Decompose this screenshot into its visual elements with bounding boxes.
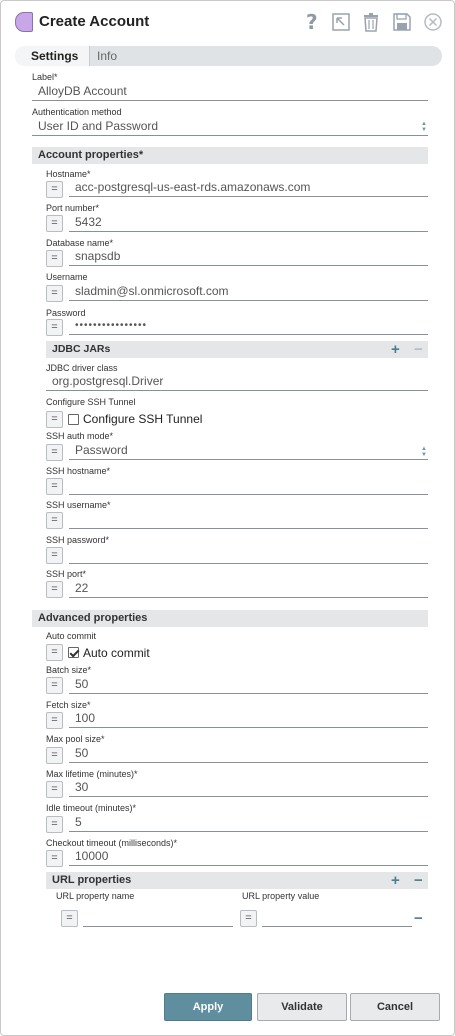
ssh-username-input[interactable] [69, 511, 428, 529]
fetch-size-label: Fetch size* [46, 700, 91, 710]
checkout-timeout-input[interactable]: 10000 [69, 848, 428, 866]
ssh-auth-select[interactable]: Password [69, 442, 428, 460]
create-account-dialog: Create Account ? Settings Info Label* Al… [0, 0, 455, 1036]
ssh-tunnel-checkbox-label: Configure SSH Tunnel [83, 412, 203, 426]
hostname-expression-button[interactable]: = [46, 181, 63, 198]
batch-size-expression-button[interactable]: = [46, 677, 63, 694]
batch-size-input[interactable]: 50 [69, 676, 428, 694]
title-bar: Create Account ? [1, 1, 454, 43]
dialog-title: Create Account [39, 13, 150, 30]
ssh-hostname-expression-button[interactable]: = [46, 478, 63, 495]
delete-icon[interactable] [360, 11, 382, 33]
database-input[interactable]: snapsdb [69, 248, 428, 266]
max-lifetime-expression-button[interactable]: = [46, 781, 63, 798]
ssh-port-expression-button[interactable]: = [46, 581, 63, 598]
url-property-value-expression-button[interactable]: = [240, 910, 257, 927]
url-property-value-column: URL property value [242, 891, 320, 901]
label-input[interactable]: AlloyDB Account [32, 83, 428, 101]
validate-button[interactable]: Validate [257, 993, 347, 1021]
url-property-row-remove-button[interactable]: − [414, 911, 423, 926]
ssh-tunnel-checkbox[interactable] [68, 414, 79, 425]
ssh-port-input[interactable]: 22 [69, 580, 428, 598]
idle-timeout-expression-button[interactable]: = [46, 816, 63, 833]
port-label: Port number* [46, 203, 100, 213]
url-properties-add-button[interactable]: + [391, 873, 400, 888]
port-expression-button[interactable]: = [46, 215, 63, 232]
database-expression-button[interactable]: = [46, 250, 63, 267]
max-lifetime-input[interactable]: 30 [69, 779, 428, 797]
username-expression-button[interactable]: = [46, 285, 63, 302]
port-input[interactable]: 5432 [69, 214, 428, 232]
jdbc-jars-remove-button[interactable]: − [414, 342, 423, 357]
password-expression-button[interactable]: = [46, 319, 63, 336]
url-properties-remove-button[interactable]: − [414, 873, 423, 888]
auth-method-select[interactable]: User ID and Password [32, 118, 428, 136]
ssh-auth-chevron-icon: ▲ ▼ [421, 446, 427, 458]
ssh-tunnel-label: Configure SSH Tunnel [46, 397, 136, 407]
tab-info[interactable]: Info [97, 46, 117, 66]
snap-logo-icon [15, 12, 33, 32]
help-icon[interactable]: ? [301, 10, 323, 34]
max-pool-input[interactable]: 50 [69, 745, 428, 763]
hostname-input[interactable]: acc-postgresql-us-east-rds.amazonaws.com [69, 179, 428, 197]
tab-bar: Settings Info [15, 46, 442, 66]
url-properties-header: URL properties [46, 872, 428, 889]
hostname-label: Hostname* [46, 169, 91, 179]
close-icon[interactable] [422, 11, 444, 33]
auto-commit-label: Auto commit [46, 631, 97, 641]
svg-text:?: ? [306, 11, 318, 33]
ssh-password-label: SSH password* [46, 535, 110, 545]
idle-timeout-label: Idle timeout (minutes)* [46, 803, 137, 813]
ssh-tunnel-expression-button[interactable]: = [46, 411, 63, 428]
fetch-size-input[interactable]: 100 [69, 710, 428, 728]
checkout-timeout-label: Checkout timeout (milliseconds)* [46, 838, 178, 848]
jdbc-jars-add-button[interactable]: + [391, 342, 400, 357]
max-pool-expression-button[interactable]: = [46, 747, 63, 764]
tab-settings[interactable]: Settings [15, 46, 90, 66]
ssh-username-label: SSH username* [46, 500, 111, 510]
export-icon[interactable] [330, 11, 352, 33]
database-label: Database name* [46, 238, 114, 248]
auto-commit-checkbox[interactable] [68, 647, 79, 658]
ssh-password-input[interactable] [69, 546, 428, 564]
label-field-label: Label* [32, 72, 58, 82]
url-property-name-expression-button[interactable]: = [61, 910, 78, 927]
jdbc-driver-label: JDBC driver class [46, 363, 118, 373]
ssh-auth-value: Password [75, 443, 128, 457]
jdbc-jars-header: JDBC JARs [46, 341, 428, 358]
apply-button[interactable]: Apply [164, 993, 252, 1021]
ssh-auth-label: SSH auth mode* [46, 431, 114, 441]
jdbc-driver-input[interactable]: org.postgresql.Driver [46, 373, 428, 391]
ssh-password-expression-button[interactable]: = [46, 547, 63, 564]
ssh-auth-expression-button[interactable]: = [46, 444, 63, 461]
url-property-value-input[interactable] [262, 909, 412, 927]
ssh-username-expression-button[interactable]: = [46, 512, 63, 529]
save-icon[interactable] [391, 11, 413, 33]
auth-method-chevron-icon: ▲ ▼ [421, 121, 427, 133]
auto-commit-expression-button[interactable]: = [46, 644, 63, 661]
auth-method-value: User ID and Password [38, 119, 159, 133]
auth-method-label: Authentication method [32, 107, 122, 117]
cancel-button[interactable]: Cancel [350, 993, 440, 1021]
username-label: Username [46, 272, 88, 282]
account-properties-header: Account properties* [32, 147, 428, 164]
url-property-name-input[interactable] [83, 909, 233, 927]
ssh-hostname-input[interactable] [69, 477, 428, 495]
advanced-properties-header: Advanced properties [32, 610, 428, 627]
max-lifetime-label: Max lifetime (minutes)* [46, 769, 138, 779]
idle-timeout-input[interactable]: 5 [69, 814, 428, 832]
username-input[interactable]: sladmin@sl.onmicrosoft.com [69, 283, 428, 301]
password-input[interactable]: •••••••••••••••• [69, 317, 428, 335]
ssh-hostname-label: SSH hostname* [46, 466, 111, 476]
url-property-name-column: URL property name [56, 891, 135, 901]
checkout-timeout-expression-button[interactable]: = [46, 850, 63, 867]
ssh-port-label: SSH port* [46, 569, 87, 579]
max-pool-label: Max pool size* [46, 734, 105, 744]
fetch-size-expression-button[interactable]: = [46, 712, 63, 729]
auto-commit-checkbox-label: Auto commit [83, 646, 150, 660]
batch-size-label: Batch size* [46, 665, 92, 675]
